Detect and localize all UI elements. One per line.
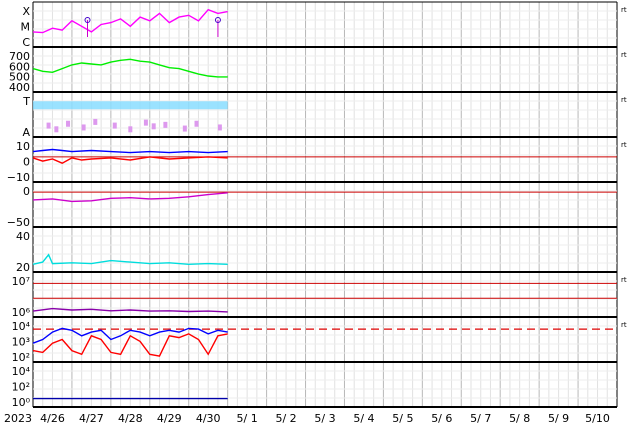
x-tick-label: 5/ 5 [392, 412, 413, 424]
y-tick-label: 10⁰ [12, 396, 31, 409]
data-point [93, 118, 98, 125]
side-label: rt [621, 276, 627, 284]
x-tick-label: 5/ 7 [470, 412, 491, 424]
series-band [33, 101, 228, 110]
data-point [151, 123, 156, 130]
y-tick-label: 10⁷ [12, 275, 30, 288]
x-tick-label: 5/ 4 [353, 412, 374, 424]
x-tick-label: 5/ 2 [275, 412, 296, 424]
data-point [163, 121, 168, 128]
side-label: rt [621, 141, 627, 149]
data-point [66, 120, 71, 127]
y-tick-label: −10 [7, 171, 30, 184]
side-label: rt [621, 51, 627, 59]
y-tick-label: C [22, 36, 30, 49]
y-tick-label: 0 [23, 185, 30, 198]
panel-dst: 0 −50 [7, 182, 618, 229]
x-tick-label: 4/30 [196, 412, 221, 424]
data-point [194, 120, 199, 127]
y-tick-label: −50 [7, 216, 30, 229]
side-label: rt [621, 321, 627, 329]
data-point [46, 122, 51, 129]
side-label: rt [621, 96, 627, 104]
x-tick-label: 5/10 [585, 412, 610, 424]
y-tick-label: A [22, 126, 30, 139]
x-tick-label: 5/ 9 [548, 412, 569, 424]
grid [32, 2, 618, 407]
panel-wind_speed: 700600500400rt [9, 47, 627, 94]
panel-neutron: 10⁴ 10² 10⁰ [12, 362, 618, 409]
x-tick-label: 5/ 3 [314, 412, 335, 424]
data-point [143, 119, 148, 126]
y-tick-label: 10⁴ [12, 320, 31, 333]
y-tick-label: 400 [9, 81, 30, 94]
data-point [128, 126, 133, 133]
y-tick-label: X [22, 5, 30, 18]
y-tick-label: 10 [16, 140, 30, 153]
data-point [81, 124, 86, 131]
data-point [54, 126, 59, 133]
side-label: rt [621, 6, 627, 14]
y-tick-label: 10² [12, 381, 30, 394]
y-tick-label: 40 [16, 230, 30, 243]
panel-imf: 10 0 −10 rt [7, 137, 627, 184]
x-tick-label: 5/ 8 [509, 412, 530, 424]
x-tick-label: 5/ 6 [431, 412, 452, 424]
panel-xray: XMCrt [21, 2, 627, 49]
x-tick-label: 4/28 [118, 412, 143, 424]
y-tick-label: 0 [23, 156, 30, 169]
panel-kp_ae: 40 20 [16, 227, 618, 274]
y-tick-label: T [22, 95, 30, 108]
data-point [112, 122, 117, 129]
y-tick-label: 20 [16, 261, 30, 274]
x-tick-label: 4/29 [157, 412, 182, 424]
y-tick-label: 10³ [12, 336, 30, 349]
panels: XMCrt700600500400rtTArt100−10rt0−5040201… [7, 2, 627, 409]
data-point [182, 125, 187, 132]
x-tick-label: 4/27 [79, 412, 104, 424]
y-tick-label: 10⁴ [12, 365, 31, 378]
x-year-label: 2023 [4, 412, 32, 424]
panel-proton: 10⁷ 10⁶ rt [12, 272, 627, 319]
y-tick-label: 10² [12, 351, 30, 364]
data-point [217, 124, 222, 131]
x-tick-label: 5/ 1 [237, 412, 258, 424]
y-tick-label: M [21, 21, 31, 34]
y-tick-label: 10⁶ [12, 306, 31, 319]
x-tick-label: 4/26 [40, 412, 65, 424]
panel-electron: 10⁴ 10³ 10² rt [12, 317, 627, 364]
space-weather-chart: XMCrt700600500400rtTArt100−10rt0−5040201… [4, 1, 627, 424]
